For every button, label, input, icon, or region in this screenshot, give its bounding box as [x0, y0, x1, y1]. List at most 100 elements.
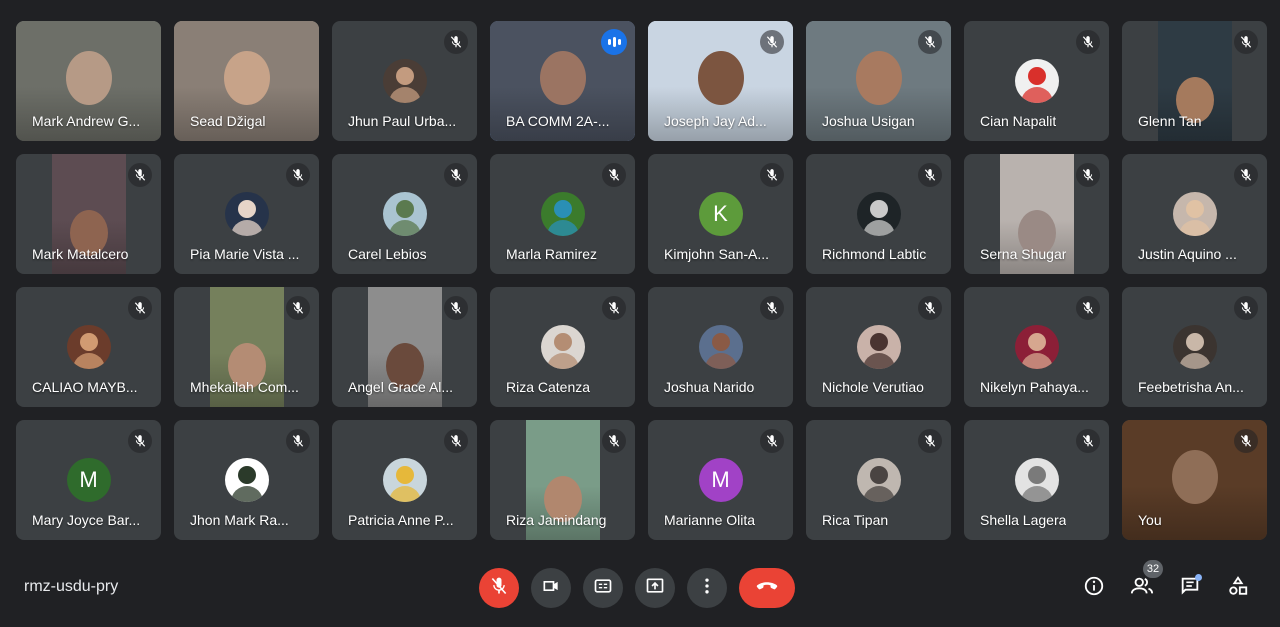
participant-name: Nikelyn Pahaya... [980, 379, 1089, 395]
participant-name: Justin Aquino ... [1138, 246, 1237, 262]
participant-name: Richmond Labtic [822, 246, 927, 262]
avatar-photo [66, 325, 111, 369]
mic-off-icon [286, 163, 310, 187]
participant-tile[interactable]: Mark Andrew G... [16, 21, 161, 141]
avatar-photo [1172, 325, 1217, 369]
participant-name: Mhekailah Com... [190, 379, 299, 395]
avatar-photo [698, 325, 743, 369]
participant-tile[interactable]: Joshua Usigan [806, 21, 951, 141]
more-options-button[interactable] [687, 568, 727, 608]
activities-button[interactable] [1222, 572, 1254, 604]
mic-off-icon [1234, 30, 1258, 54]
mic-off-icon [444, 296, 468, 320]
avatar-photo [856, 325, 901, 369]
call-end-icon [754, 576, 780, 601]
meeting-code: rmz-usdu-pry [24, 578, 119, 595]
mic-off-icon [444, 429, 468, 453]
participant-tile[interactable]: Joseph Jay Ad... [648, 21, 793, 141]
participant-tile[interactable]: Joshua Narido [648, 287, 793, 407]
participant-name: Jhun Paul Urba... [348, 113, 457, 129]
participant-name: Marla Ramirez [506, 246, 598, 262]
participant-tile[interactable]: Mhekailah Com... [174, 287, 319, 407]
avatar-photo [540, 192, 585, 236]
participant-tile[interactable]: Angel Grace Al... [332, 287, 477, 407]
mic-off-icon [760, 163, 784, 187]
participant-name: Patricia Anne P... [348, 512, 454, 528]
mic-off-icon [444, 163, 468, 187]
participant-tile[interactable]: Justin Aquino ... [1122, 154, 1267, 274]
participant-tile[interactable]: Riza Catenza [490, 287, 635, 407]
participant-tile[interactable]: Richmond Labtic [806, 154, 951, 274]
leave-call-button[interactable] [739, 568, 795, 608]
participant-tile[interactable]: Marla Ramirez [490, 154, 635, 274]
participant-tile[interactable]: Mark Matalcero [16, 154, 161, 274]
participant-tile[interactable]: Glenn Tan [1122, 21, 1267, 141]
self-view-tile[interactable]: You [1122, 420, 1267, 540]
participant-name: Joshua Usigan [822, 113, 915, 129]
mic-off-icon [602, 296, 626, 320]
people-icon [1130, 575, 1154, 602]
present-screen-icon [645, 576, 665, 601]
participant-name: Serna Shugar [980, 246, 1067, 262]
participant-tile[interactable]: Sead Džigal [174, 21, 319, 141]
mic-off-icon [128, 429, 152, 453]
participant-tile[interactable]: Shella Lagera [964, 420, 1109, 540]
more-vert-icon [697, 576, 717, 601]
participant-tile[interactable]: Patricia Anne P... [332, 420, 477, 540]
info-icon [1083, 575, 1105, 602]
participant-tile[interactable]: Riza Jamindang [490, 420, 635, 540]
participant-tile[interactable]: Rica Tipan [806, 420, 951, 540]
present-now-button[interactable] [635, 568, 675, 608]
participant-tile[interactable]: M Mary Joyce Bar... [16, 420, 161, 540]
participant-name: Sead Džigal [190, 113, 266, 129]
mic-off-icon [1234, 296, 1258, 320]
mic-off-icon [286, 296, 310, 320]
participant-tile[interactable]: Carel Lebios [332, 154, 477, 274]
participant-name: Rica Tipan [822, 512, 889, 528]
mic-off-icon [760, 429, 784, 453]
participant-tile[interactable]: Cian Napalit [964, 21, 1109, 141]
participant-tile[interactable]: Nichole Verutiao [806, 287, 951, 407]
participant-tile[interactable]: BA COMM 2A-... [490, 21, 635, 141]
participant-tile[interactable]: Nikelyn Pahaya... [964, 287, 1109, 407]
meeting-details-button[interactable] [1078, 572, 1110, 604]
mic-off-icon [1234, 429, 1258, 453]
participant-name: CALIAO MAYB... [32, 379, 138, 395]
participant-tile[interactable]: Jhon Mark Ra... [174, 420, 319, 540]
mic-off-icon [489, 576, 509, 601]
mic-off-icon [760, 30, 784, 54]
participant-tile[interactable]: CALIAO MAYB... [16, 287, 161, 407]
avatar-photo [1014, 59, 1059, 103]
avatar-photo [382, 458, 427, 502]
avatar-photo [224, 192, 269, 236]
participant-name: Carel Lebios [348, 246, 427, 262]
participant-name: Jhon Mark Ra... [190, 512, 289, 528]
avatar-photo [1172, 192, 1217, 236]
mic-off-icon [602, 163, 626, 187]
participant-name: Marianne Olita [664, 512, 756, 528]
avatar-photo [856, 458, 901, 502]
mic-off-icon [918, 30, 942, 54]
avatar-photo [382, 192, 427, 236]
participant-grid: Mark Andrew G... Sead Džigal Jhun Paul Urb… [16, 21, 1267, 541]
avatar-photo [1014, 458, 1059, 502]
participant-tile[interactable]: K Kimjohn San-A... [648, 154, 793, 274]
participant-tile[interactable]: M Marianne Olita [648, 420, 793, 540]
participant-name: Mary Joyce Bar... [32, 512, 141, 528]
mic-off-icon [128, 163, 152, 187]
participant-tile[interactable]: Serna Shugar [964, 154, 1109, 274]
new-message-dot [1195, 574, 1202, 581]
avatar-initial: M [66, 458, 111, 502]
mic-off-icon [1076, 429, 1100, 453]
participant-name: You [1138, 512, 1162, 528]
mic-off-icon [918, 429, 942, 453]
participant-tile[interactable]: Jhun Paul Urba... [332, 21, 477, 141]
camera-toggle-button[interactable] [531, 568, 571, 608]
participant-tile[interactable]: Feebetrisha An... [1122, 287, 1267, 407]
captions-button[interactable] [583, 568, 623, 608]
participant-name: Joseph Jay Ad... [664, 113, 767, 129]
participant-name: Riza Catenza [506, 379, 591, 395]
avatar-photo [540, 325, 585, 369]
participant-tile[interactable]: Pia Marie Vista ... [174, 154, 319, 274]
microphone-toggle-button[interactable] [479, 568, 519, 608]
